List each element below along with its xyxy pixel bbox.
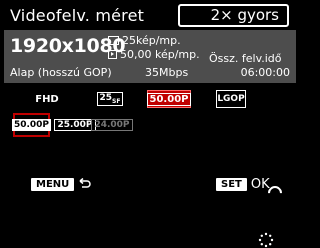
frame-rate-50p[interactable]: 50.00P: [11, 113, 52, 137]
menu-button-label: MENU: [31, 177, 75, 191]
video-size-screen: Videofelv. méret 2× gyors 1920x1080 25ké…: [0, 0, 300, 248]
option-25fps[interactable]: 25SF: [95, 90, 125, 108]
info-panel: 1920x1080 25kép/mp. 50,00 kép/mp. Össz. …: [4, 30, 296, 83]
option-fhd-label: FHD: [35, 93, 59, 105]
option-25fps-box: 25SF: [96, 92, 124, 106]
frame-rate-50p-label: 50.00P: [11, 119, 52, 131]
option-fhd[interactable]: FHD: [30, 90, 64, 108]
ok-label: OK: [250, 176, 270, 192]
frame-rate-24p-label: 24.00P: [91, 119, 133, 131]
compression-label: Alap (hosszú GOP): [10, 66, 112, 79]
set-ok-button[interactable]: SET OK: [216, 176, 270, 192]
frame-rate-25p-label: 25.00P: [54, 119, 96, 131]
option-row: FHD 25SF 50.00P LGOP: [0, 90, 300, 203]
fps-secondary-line: 50,00 kép/mp.: [108, 48, 200, 61]
total-time-label: Össz. felv.idő: [209, 52, 282, 65]
menu-button[interactable]: MENU: [31, 176, 92, 192]
bitrate-label: 35Mbps: [145, 66, 189, 79]
fps-primary-line: 25kép/mp.: [108, 34, 181, 47]
set-button-label: SET: [216, 177, 247, 191]
option-lgop-label: LGOP: [217, 94, 245, 104]
frame-rate-row: 50.00P 25.00P 24.00P: [0, 113, 300, 248]
screen-title: Videofelv. méret: [10, 6, 145, 25]
fps-primary-label: 25kép/mp.: [122, 34, 181, 47]
frame-icon: [108, 50, 117, 59]
fps-secondary-label: 50,00 kép/mp.: [120, 48, 200, 61]
option-50p-selected[interactable]: 50.00P: [146, 90, 192, 108]
selected-value-box[interactable]: 2× gyors: [178, 4, 289, 27]
time-label: 06:00:00: [240, 66, 290, 79]
option-25fps-label: 25: [99, 93, 113, 104]
option-50p-label: 50.00P: [146, 92, 192, 106]
option-25fps-sub: SF: [112, 97, 121, 105]
back-arrow-icon: [79, 178, 91, 188]
dial-icon: [258, 232, 274, 248]
frame-rate-24p: 24.00P: [91, 115, 133, 135]
frame-rate-25p[interactable]: 25.00P: [54, 115, 96, 135]
option-lgop[interactable]: LGOP: [216, 90, 246, 108]
film-icon: [108, 36, 122, 45]
